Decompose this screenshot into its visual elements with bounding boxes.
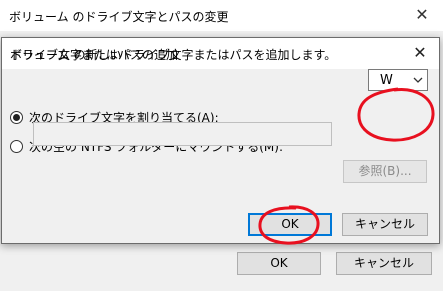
drive-letter-value: W [380, 73, 393, 88]
mount-folder-path-input[interactable] [33, 122, 332, 146]
dialog-description: ボリューム の新しいドライブ文字またはパスを追加します。 [10, 48, 337, 62]
background-titlebar: ボリューム のドライブ文字とパスの変更 ✕ [0, 0, 443, 31]
background-dialog-title: ボリューム のドライブ文字とパスの変更 [9, 10, 229, 24]
drive-letter-select[interactable]: W [368, 69, 428, 91]
background-cancel-button[interactable]: キャンセル [336, 252, 432, 275]
chevron-down-icon [413, 77, 423, 83]
background-ok-button[interactable]: OK [237, 252, 321, 275]
browse-button[interactable]: 参照(B)... [343, 160, 427, 183]
close-icon[interactable]: ✕ [407, 41, 433, 65]
assign-letter-radio[interactable] [10, 111, 23, 124]
cancel-button[interactable]: キャンセル [342, 213, 428, 236]
close-icon[interactable]: ✕ [409, 3, 435, 27]
mount-folder-radio[interactable] [10, 140, 23, 153]
ok-button[interactable]: OK [248, 213, 332, 236]
